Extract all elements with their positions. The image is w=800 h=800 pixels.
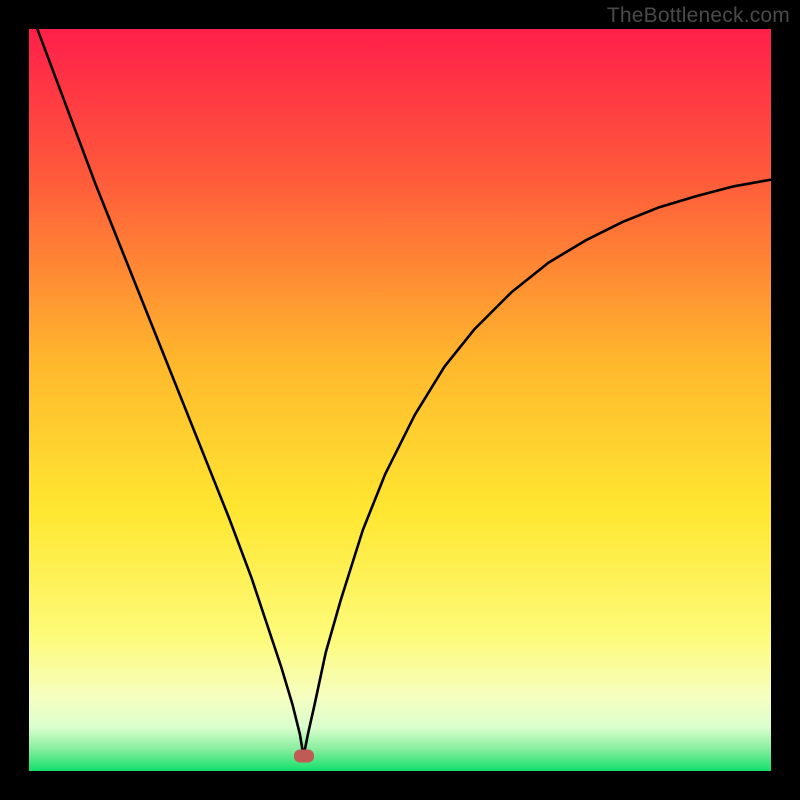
bottleneck-curve bbox=[29, 29, 771, 771]
watermark-text: TheBottleneck.com bbox=[607, 4, 790, 28]
minimum-marker bbox=[294, 750, 314, 763]
chart-frame: TheBottleneck.com bbox=[0, 0, 800, 800]
